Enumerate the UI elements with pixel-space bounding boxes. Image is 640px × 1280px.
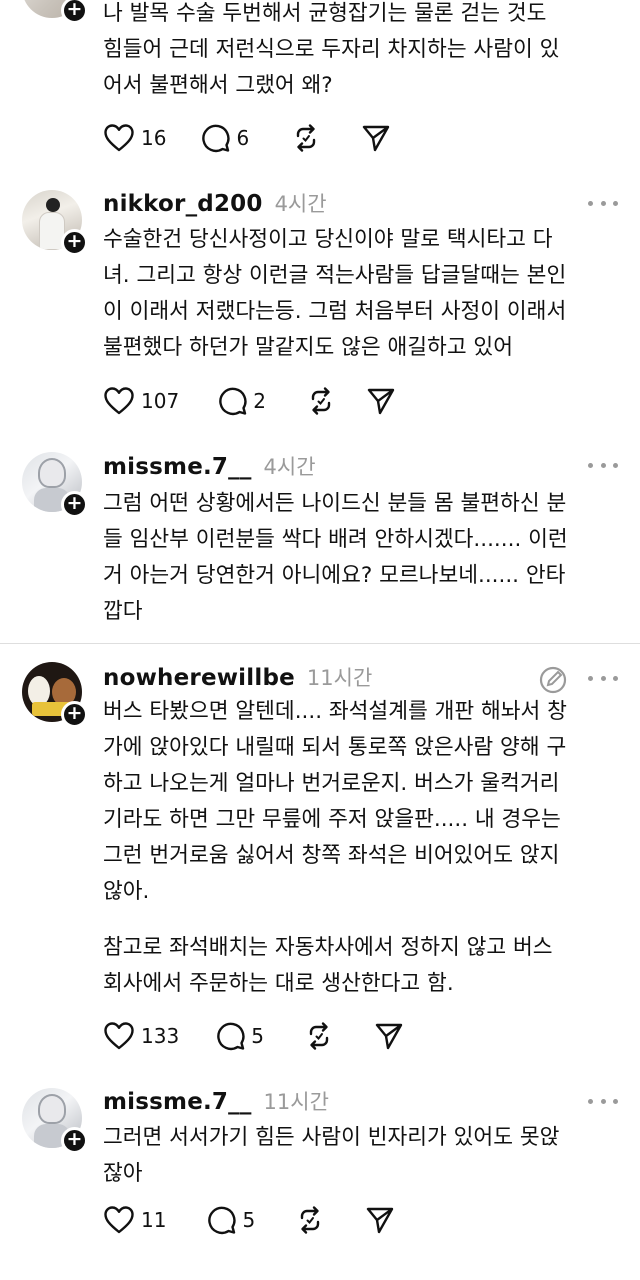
comment-bubble-icon bbox=[217, 1022, 245, 1051]
username[interactable]: nowherewillbe bbox=[103, 665, 295, 691]
post-actions: 16 6 bbox=[103, 121, 391, 155]
repost-icon bbox=[309, 1022, 329, 1050]
like-button[interactable]: 16 bbox=[103, 121, 166, 155]
send-icon bbox=[362, 125, 390, 152]
avatar-wrap[interactable]: + bbox=[22, 662, 88, 728]
more-dots-icon[interactable] bbox=[588, 673, 618, 683]
avatar-wrap[interactable]: + bbox=[22, 0, 88, 24]
avatar-wrap[interactable]: + bbox=[22, 190, 88, 256]
reply-button[interactable]: 5 bbox=[215, 1019, 264, 1053]
heart-icon bbox=[104, 1022, 134, 1050]
reply-button[interactable]: 6 bbox=[200, 121, 249, 155]
username[interactable]: missme.7__ bbox=[103, 454, 252, 480]
post-actions: 107 2 bbox=[103, 384, 396, 418]
like-button[interactable]: 133 bbox=[103, 1019, 179, 1053]
heart-icon bbox=[104, 1206, 134, 1234]
heart-icon bbox=[104, 124, 134, 152]
username[interactable]: missme.7__ bbox=[103, 1089, 252, 1115]
post-header: missme.7__ 4시간 bbox=[103, 451, 316, 481]
post-header: nikkor_d200 4시간 bbox=[103, 188, 327, 218]
reply-button[interactable]: 2 bbox=[217, 384, 266, 418]
like-count: 133 bbox=[141, 1024, 180, 1048]
more-dots-icon[interactable] bbox=[588, 1096, 618, 1106]
post-actions: 133 5 bbox=[103, 1019, 404, 1053]
comment-bubble-icon bbox=[208, 1206, 236, 1235]
post-text: 나 발목 수술 두번해서 균형잡기는 물론 걷는 것도 힘들어 근데 저런식으로… bbox=[103, 1, 560, 98]
more-dots-icon[interactable] bbox=[588, 460, 618, 470]
like-count: 107 bbox=[141, 389, 180, 413]
share-button[interactable] bbox=[361, 121, 391, 155]
like-count: 16 bbox=[141, 126, 167, 150]
repost-icon bbox=[300, 1206, 320, 1234]
follow-plus-icon[interactable]: + bbox=[61, 0, 88, 24]
avatar-wrap[interactable]: + bbox=[22, 452, 88, 518]
post-actions: 11 5 bbox=[103, 1203, 395, 1237]
send-icon bbox=[366, 1207, 394, 1234]
share-button[interactable] bbox=[366, 384, 396, 418]
timestamp: 4시간 bbox=[274, 192, 327, 216]
repost-button[interactable] bbox=[295, 1203, 325, 1237]
follow-plus-icon[interactable]: + bbox=[61, 491, 88, 518]
share-button[interactable] bbox=[374, 1019, 404, 1053]
avatar-wrap[interactable]: + bbox=[22, 1088, 88, 1154]
like-count: 11 bbox=[141, 1208, 167, 1232]
more-dots-icon[interactable] bbox=[588, 198, 618, 208]
repost-button[interactable] bbox=[291, 121, 321, 155]
like-button[interactable]: 11 bbox=[103, 1203, 166, 1237]
repost-icon bbox=[311, 387, 331, 415]
post-text: 그럼 어떤 상황에서든 나이드신 분들 몸 불편하신 분 들 임산부 이런분들 … bbox=[103, 491, 568, 624]
follow-plus-icon[interactable]: + bbox=[61, 701, 88, 728]
timestamp: 4시간 bbox=[263, 455, 316, 479]
reply-count: 5 bbox=[242, 1208, 256, 1232]
post-text-paragraph-2: 참고로 좌석배치는 자동차사에서 정하지 않고 버스 회사에서 주문하는 대로 … bbox=[103, 935, 553, 996]
repost-button[interactable] bbox=[304, 1019, 334, 1053]
send-icon bbox=[367, 388, 395, 415]
reply-count: 5 bbox=[251, 1024, 264, 1048]
repost-button[interactable] bbox=[306, 384, 336, 418]
section-divider bbox=[0, 643, 640, 644]
reply-count: 2 bbox=[253, 389, 266, 413]
share-button[interactable] bbox=[365, 1203, 395, 1237]
post-text: 버스 타봤으면 알텐데.... 좌석설계를 개판 해놔서 창 가에 앉아있다 내… bbox=[103, 699, 567, 904]
reply-count: 6 bbox=[236, 126, 250, 150]
like-button[interactable]: 107 bbox=[103, 384, 179, 418]
follow-plus-icon[interactable]: + bbox=[61, 1127, 88, 1154]
post-text: 그러면 서서가기 힘든 사람이 빈자리가 있어도 못앉 잖아 bbox=[103, 1125, 560, 1186]
comment-bubble-icon bbox=[202, 124, 230, 153]
timestamp: 11시간 bbox=[263, 1090, 329, 1114]
send-icon bbox=[375, 1023, 403, 1050]
post-text: 수술한건 당신사정이고 당신이야 말로 택시타고 다 녀. 그리고 항상 이런글… bbox=[103, 227, 567, 360]
comment-bubble-icon bbox=[219, 387, 247, 416]
post-header: nowherewillbe 11시간 bbox=[103, 662, 372, 692]
heart-icon bbox=[104, 387, 134, 415]
post-header: missme.7__ 11시간 bbox=[103, 1086, 329, 1116]
repost-icon bbox=[296, 124, 316, 152]
follow-plus-icon[interactable]: + bbox=[61, 229, 88, 256]
reply-button[interactable]: 5 bbox=[206, 1203, 255, 1237]
edit-icon[interactable] bbox=[538, 665, 568, 695]
timestamp: 11시간 bbox=[306, 666, 373, 690]
username[interactable]: nikkor_d200 bbox=[103, 191, 263, 217]
